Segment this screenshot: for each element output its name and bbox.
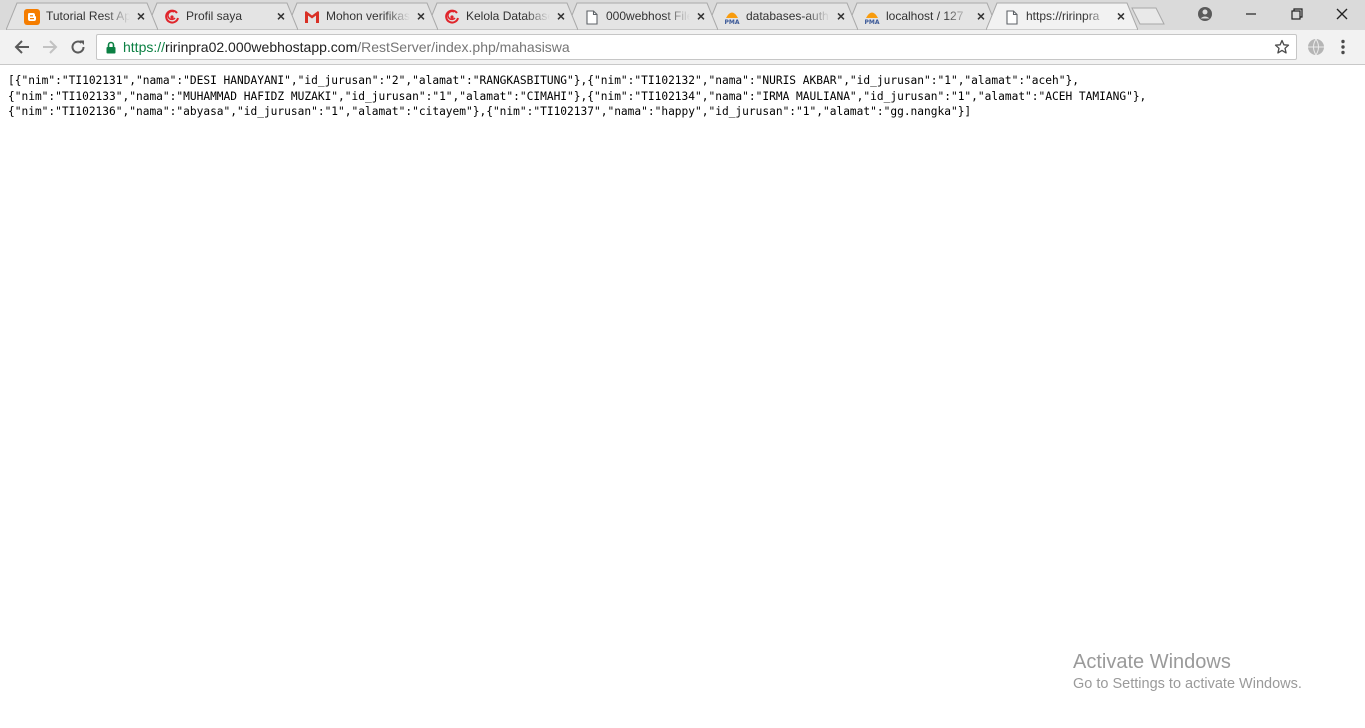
tab-7[interactable]: PMA localhost / 127 ×	[846, 2, 998, 30]
browser-toolbar: https://ririnpra02.000webhostapp.com/Res…	[0, 30, 1365, 65]
restore-icon[interactable]	[1274, 0, 1320, 28]
tab-1[interactable]: Tutorial Rest Api ×	[6, 2, 158, 30]
tab-close-icon[interactable]: ×	[134, 9, 148, 23]
watermark-subtitle: Go to Settings to activate Windows.	[1073, 676, 1302, 692]
tab-strip: Tutorial Rest Api × Profil saya × Mohon veri…	[0, 0, 1365, 30]
page-icon	[584, 9, 600, 25]
tab-5[interactable]: 000webhost File ×	[566, 2, 718, 30]
tab-close-icon[interactable]: ×	[274, 9, 288, 23]
tab-close-icon[interactable]: ×	[554, 9, 568, 23]
close-window-icon[interactable]	[1319, 0, 1365, 28]
url-path: /RestServer/index.php/mahasiswa	[357, 39, 570, 55]
tab-close-icon[interactable]: ×	[1114, 9, 1128, 23]
tab-close-icon[interactable]: ×	[694, 9, 708, 23]
webhost-icon	[444, 9, 460, 25]
tab-close-icon[interactable]: ×	[834, 9, 848, 23]
json-line: {"nim":"TI102133","nama":"MUHAMMAD HAFID…	[8, 89, 1147, 103]
address-bar[interactable]: https://ririnpra02.000webhostapp.com/Res…	[96, 34, 1297, 60]
bookmark-star-icon[interactable]	[1274, 39, 1290, 60]
tab-6[interactable]: PMA databases-auth ×	[706, 2, 858, 30]
menu-icon[interactable]	[1333, 35, 1353, 59]
tab-4[interactable]: Kelola Database ×	[426, 2, 578, 30]
activate-windows-watermark: Activate Windows Go to Settings to activ…	[1073, 650, 1302, 694]
profile-icon[interactable]	[1182, 0, 1228, 28]
json-line: {"nim":"TI102136","nama":"abyasa","id_ju…	[8, 105, 972, 118]
blogger-icon	[24, 9, 40, 25]
tab-title: Profil saya	[186, 9, 243, 23]
watermark-title: Activate Windows	[1073, 651, 1231, 673]
tab-close-icon[interactable]: ×	[414, 9, 428, 23]
tab-title: Tutorial Rest Api	[46, 9, 130, 23]
tab-title: Mohon verifikasi	[326, 9, 410, 23]
svg-text:PMA: PMA	[865, 19, 880, 25]
tab-3[interactable]: Mohon verifikasi ×	[286, 2, 438, 30]
back-icon[interactable]	[10, 35, 34, 59]
minimize-icon[interactable]	[1228, 0, 1274, 28]
tab-title: Kelola Database	[466, 9, 550, 23]
json-response: [{"nim":"TI102131","nama":"DESI HANDAYAN…	[8, 73, 1146, 120]
extension-globe-icon[interactable]	[1305, 35, 1327, 59]
reload-icon[interactable]	[66, 35, 90, 59]
lock-icon	[106, 41, 116, 59]
url-host: ririnpra02.000webhostapp.com	[165, 39, 358, 55]
svg-text:PMA: PMA	[725, 19, 740, 25]
url-text: https://ririnpra02.000webhostapp.com/Res…	[123, 39, 570, 56]
json-line: [{"nim":"TI102131","nama":"DESI HANDAYAN…	[8, 74, 1079, 87]
phpmyadmin-icon: PMA	[724, 9, 740, 25]
webhost-icon	[164, 9, 180, 25]
phpmyadmin-icon: PMA	[864, 9, 880, 25]
tab-title: databases-auth	[746, 9, 829, 23]
page-content: [{"nim":"TI102131","nama":"DESI HANDAYAN…	[0, 65, 1365, 728]
url-scheme: https://	[123, 39, 166, 55]
tab-2[interactable]: Profil saya ×	[146, 2, 298, 30]
tab-title: https://ririnpra	[1026, 9, 1100, 23]
gmail-icon	[304, 9, 320, 25]
tab-8[interactable]: https://ririnpra ×	[986, 2, 1138, 30]
tab-title: localhost / 127	[886, 9, 964, 23]
tab-title: 000webhost File	[606, 9, 690, 23]
page-icon	[1004, 9, 1020, 25]
forward-icon[interactable]	[38, 35, 62, 59]
